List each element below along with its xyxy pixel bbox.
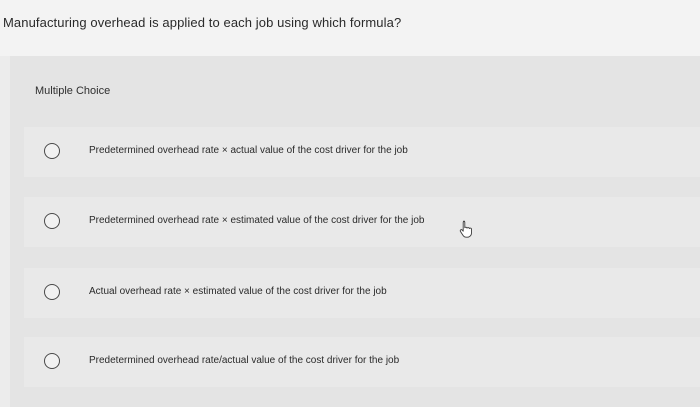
option-a[interactable]: Predetermined overhead rate × actual val… [24, 127, 700, 177]
radio-unchecked-icon[interactable] [44, 353, 60, 369]
question-text: Manufacturing overhead is applied to eac… [3, 15, 402, 30]
multiple-choice-heading: Multiple Choice [35, 85, 111, 97]
option-c[interactable]: Actual overhead rate × estimated value o… [24, 268, 700, 318]
radio-unchecked-icon[interactable] [44, 143, 60, 159]
option-label: Predetermined overhead rate × estimated … [89, 215, 425, 226]
option-d[interactable]: Predetermined overhead rate/actual value… [24, 337, 700, 387]
option-label: Predetermined overhead rate/actual value… [89, 355, 400, 366]
option-label: Actual overhead rate × estimated value o… [89, 286, 387, 297]
radio-unchecked-icon[interactable] [44, 213, 60, 229]
radio-unchecked-icon[interactable] [44, 284, 60, 300]
question-header: Manufacturing overhead is applied to eac… [0, 0, 700, 56]
hand-pointer-icon [459, 220, 472, 238]
option-label: Predetermined overhead rate × actual val… [89, 145, 408, 156]
option-b[interactable]: Predetermined overhead rate × estimated … [24, 197, 700, 247]
